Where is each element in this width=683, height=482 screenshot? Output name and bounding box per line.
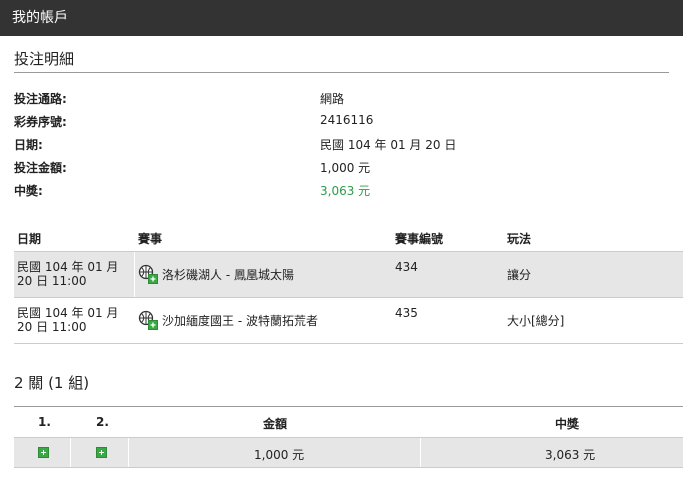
table-row: 民國 104 年 01 月 20 日 11:00 洛杉磯湖人 - 鳳凰城太陽 4… — [14, 252, 683, 298]
row-date-line1: 民國 104 年 01 月 — [17, 260, 119, 274]
divider — [14, 72, 669, 73]
column-separator — [420, 438, 421, 467]
col-header-date: 日期 — [17, 232, 42, 246]
page-header-title: 我的帳戶 — [12, 10, 68, 26]
table-row: 1,000 元 3,063 元 — [14, 438, 683, 468]
info-label: 彩券序號: — [14, 115, 67, 129]
info-value: 民國 104 年 01 月 20 日 — [320, 138, 457, 152]
row-play: 大小[總分] — [507, 314, 565, 328]
row-date: 民國 104 年 01 月 20 日 11:00 — [17, 260, 127, 288]
info-label: 中獎: — [14, 184, 43, 198]
col-header-leg1: 1. — [38, 415, 51, 429]
combo-table-header: 1. 2. 金額 中獎 — [14, 406, 683, 438]
basketball-icon — [138, 310, 158, 330]
info-value: 2416116 — [320, 113, 374, 127]
row-date-line1: 民國 104 年 01 月 — [17, 306, 119, 320]
combo-title: 2 關 (1 組) — [14, 374, 90, 392]
row-date-line2: 20 日 11:00 — [17, 274, 87, 288]
col-header-event: 賽事 — [138, 232, 163, 246]
info-value: 網路 — [320, 92, 345, 106]
column-separator — [128, 438, 129, 467]
combo-amount: 1,000 元 — [254, 448, 305, 462]
info-row-win: 中獎: 3,063 元 — [14, 182, 674, 205]
col-header-leg2: 2. — [96, 415, 109, 429]
info-row-serial: 彩券序號: 2416116 — [14, 113, 674, 136]
win-value: 3,063 元 — [320, 184, 371, 198]
expand-leg1-plus-icon[interactable] — [38, 447, 49, 458]
info-label: 投注金額: — [14, 161, 67, 175]
col-header-play: 玩法 — [507, 232, 532, 246]
bet-table-header: 日期 賽事 賽事編號 玩法 — [14, 226, 683, 252]
info-row-channel: 投注通路: 網路 — [14, 90, 674, 113]
bet-table: 日期 賽事 賽事編號 玩法 民國 104 年 01 月 20 日 11:00 洛… — [14, 226, 683, 344]
top-bar: 我的帳戶 — [0, 0, 683, 36]
column-separator — [134, 252, 135, 297]
table-row: 民國 104 年 01 月 20 日 11:00 沙加緬度國王 - 波特蘭拓荒者… — [14, 298, 683, 344]
row-date: 民國 104 年 01 月 20 日 11:00 — [17, 306, 127, 334]
row-event: 洛杉磯湖人 - 鳳凰城太陽 — [138, 264, 294, 284]
col-header-code: 賽事編號 — [395, 232, 444, 246]
row-code: 435 — [395, 306, 418, 320]
combo-win: 3,063 元 — [545, 448, 596, 462]
details-info: 投注通路: 網路 彩券序號: 2416116 日期: 民國 104 年 01 月… — [14, 90, 674, 205]
expand-leg2-plus-icon[interactable] — [96, 447, 107, 458]
info-value: 1,000 元 — [320, 161, 371, 175]
info-label: 日期: — [14, 138, 43, 152]
col-header-win: 中獎 — [555, 417, 580, 431]
row-code: 434 — [395, 260, 418, 274]
details-title: 投注明細 — [14, 50, 75, 68]
row-event-name: 洛杉磯湖人 - 鳳凰城太陽 — [162, 267, 294, 282]
info-label: 投注通路: — [14, 92, 67, 106]
combo-table: 1. 2. 金額 中獎 1,000 元 3,063 元 — [14, 406, 683, 468]
col-header-amount: 金額 — [263, 417, 288, 431]
basketball-icon — [138, 264, 158, 284]
info-row-date: 日期: 民國 104 年 01 月 20 日 — [14, 136, 674, 159]
row-date-line2: 20 日 11:00 — [17, 320, 87, 334]
column-separator — [70, 438, 71, 467]
info-row-amount: 投注金額: 1,000 元 — [14, 159, 674, 182]
row-play: 讓分 — [507, 268, 532, 282]
row-event-name: 沙加緬度國王 - 波特蘭拓荒者 — [162, 313, 318, 328]
row-event: 沙加緬度國王 - 波特蘭拓荒者 — [138, 310, 318, 330]
